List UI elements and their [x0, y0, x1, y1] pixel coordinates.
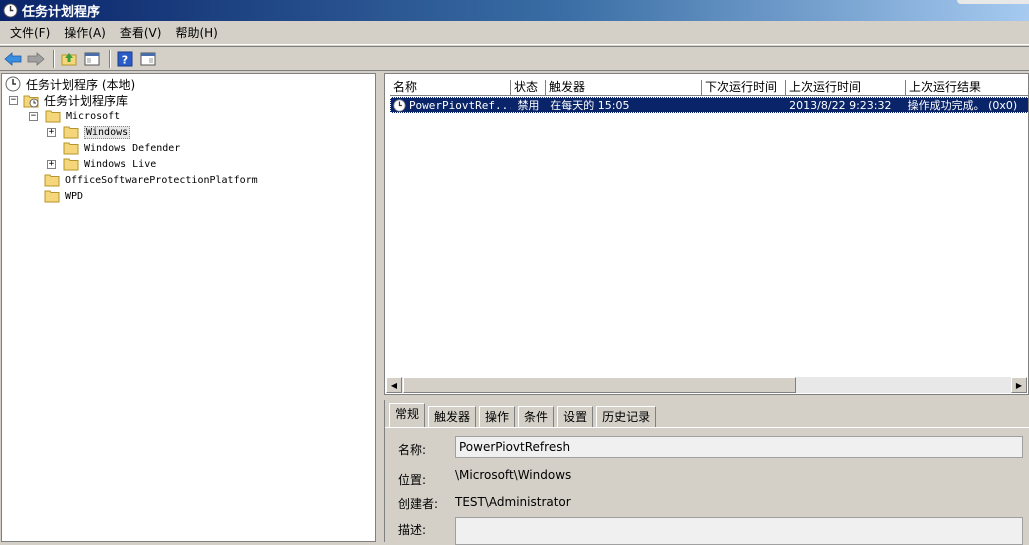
column-header-next-run[interactable]: 下次运行时间	[702, 80, 786, 96]
location-value: \Microsoft\Windows	[455, 468, 572, 482]
up-button[interactable]	[59, 49, 79, 69]
back-arrow-icon	[4, 51, 22, 66]
window-controls[interactable]	[957, 0, 1029, 4]
show-hide-console-tree-button[interactable]	[82, 49, 102, 69]
tree-item-root[interactable]: 任务计划程序 (本地)	[5, 76, 135, 92]
tree-item-windows[interactable]: + Windows	[47, 124, 131, 140]
window-title: 任务计划程序	[22, 5, 101, 20]
task-name: PowerPiovtRef...	[408, 98, 512, 112]
console-tree[interactable]: 任务计划程序 (本地) − 任务计划程序库 − Microsoft + Wind…	[1, 73, 376, 542]
column-header-name[interactable]: 名称	[390, 80, 511, 96]
task-list[interactable]: 名称 状态 触发器 下次运行时间 上次运行时间 上次运行结果 PowerPiov…	[384, 73, 1029, 395]
name-field[interactable]: PowerPiovtRefresh	[455, 436, 1023, 458]
menu-bar: 文件(F) 操作(A) 查看(V) 帮助(H)	[0, 21, 1029, 45]
tab-actions[interactable]: 操作	[479, 406, 516, 427]
expand-toggle[interactable]: +	[47, 159, 56, 169]
svg-text:?: ?	[122, 53, 128, 66]
scroll-thumb[interactable]	[403, 377, 796, 393]
tree-item-microsoft[interactable]: − Microsoft	[29, 108, 120, 124]
up-folder-icon	[61, 52, 77, 65]
clock-icon	[3, 3, 18, 18]
expand-toggle[interactable]: +	[47, 127, 56, 137]
task-row[interactable]: PowerPiovtRef... 禁用 在每天的 15:05 2013/8/22…	[390, 97, 1028, 113]
show-hide-console-tree-icon	[84, 52, 100, 65]
toolbar-separator	[53, 49, 55, 68]
folder-icon	[44, 190, 60, 202]
folder-icon	[63, 126, 79, 138]
collapse-toggle[interactable]: −	[29, 111, 38, 121]
description-field[interactable]	[455, 517, 1023, 545]
task-clock-icon	[393, 98, 406, 112]
task-trigger: 在每天的 15:05	[550, 99, 630, 112]
tab-conditions[interactable]: 条件	[518, 406, 555, 427]
name-label: 名称:	[398, 443, 427, 457]
menu-action[interactable]: 操作(A)	[57, 24, 113, 41]
tree-label: OfficeSoftwareProtectionPlatform	[65, 174, 258, 186]
tree-label: 任务计划程序 (本地)	[26, 77, 136, 92]
menu-file[interactable]: 文件(F)	[3, 24, 57, 41]
tab-triggers[interactable]: 触发器	[428, 406, 477, 427]
tab-general[interactable]: 常规	[389, 403, 426, 427]
detail-tabs: 常规 触发器 操作 条件 设置 历史记录	[389, 403, 659, 428]
task-last-result: 操作成功完成。 (0x0)	[907, 99, 1018, 112]
toolbar-separator	[109, 49, 111, 68]
task-library-folder-icon	[23, 95, 39, 107]
forward-button[interactable]	[26, 49, 46, 69]
tree-label: Microsoft	[66, 110, 121, 122]
author-label: 创建者:	[398, 497, 439, 511]
folder-icon	[44, 174, 60, 186]
tree-label: 任务计划程序库	[44, 93, 129, 108]
tree-item-library[interactable]: − 任务计划程序库	[9, 92, 128, 108]
folder-icon	[45, 110, 61, 122]
folder-icon	[63, 142, 79, 154]
task-last-run: 2013/8/22 9:23:32	[789, 98, 892, 112]
location-label: 位置:	[398, 473, 427, 487]
scroll-left-arrow-icon[interactable]: ◀	[386, 377, 402, 393]
list-header: 名称 状态 触发器 下次运行时间 上次运行时间 上次运行结果	[390, 80, 1028, 96]
horizontal-scrollbar[interactable]: ◀ ▶	[386, 377, 1027, 393]
title-bar: 任务计划程序	[0, 0, 1029, 21]
forward-arrow-icon	[27, 51, 45, 66]
column-header-last-result[interactable]: 上次运行结果	[906, 80, 1028, 96]
description-label: 描述:	[398, 523, 427, 537]
tree-label: Windows Live	[84, 158, 157, 170]
back-button[interactable]	[3, 49, 23, 69]
tree-label: Windows	[84, 125, 131, 139]
column-header-trigger[interactable]: 触发器	[546, 80, 702, 96]
clock-icon	[5, 76, 21, 92]
collapse-toggle[interactable]: −	[9, 95, 18, 105]
folder-icon	[63, 158, 79, 170]
help-button[interactable]: ?	[115, 49, 135, 69]
tree-label: WPD	[65, 190, 84, 202]
tree-item-ospp[interactable]: OfficeSoftwareProtectionPlatform	[44, 172, 258, 188]
tab-divider	[385, 427, 1029, 428]
help-icon: ?	[117, 51, 133, 66]
pane-splitter[interactable]	[377, 73, 383, 542]
tab-history[interactable]: 历史记录	[596, 406, 657, 427]
author-value: TEST\Administrator	[455, 495, 571, 509]
tree-label: Windows Defender	[84, 142, 181, 154]
tree-item-wpd[interactable]: WPD	[44, 188, 83, 204]
scroll-right-arrow-icon[interactable]: ▶	[1011, 377, 1027, 393]
task-detail-pane: 常规 触发器 操作 条件 设置 历史记录 名称: PowerPiovtRefre…	[384, 400, 1029, 545]
show-hide-action-pane-button[interactable]	[138, 49, 158, 69]
task-status: 禁用	[517, 99, 540, 112]
menu-help[interactable]: 帮助(H)	[168, 24, 224, 41]
tree-item-windows-defender[interactable]: Windows Defender	[63, 140, 180, 156]
toolbar: ?	[0, 46, 1029, 71]
tab-settings[interactable]: 设置	[557, 406, 594, 427]
menu-view[interactable]: 查看(V)	[113, 24, 169, 41]
tree-item-windows-live[interactable]: + Windows Live	[47, 156, 156, 172]
column-header-last-run[interactable]: 上次运行时间	[786, 80, 906, 96]
column-header-status[interactable]: 状态	[511, 80, 546, 96]
show-hide-action-pane-icon	[140, 52, 156, 65]
